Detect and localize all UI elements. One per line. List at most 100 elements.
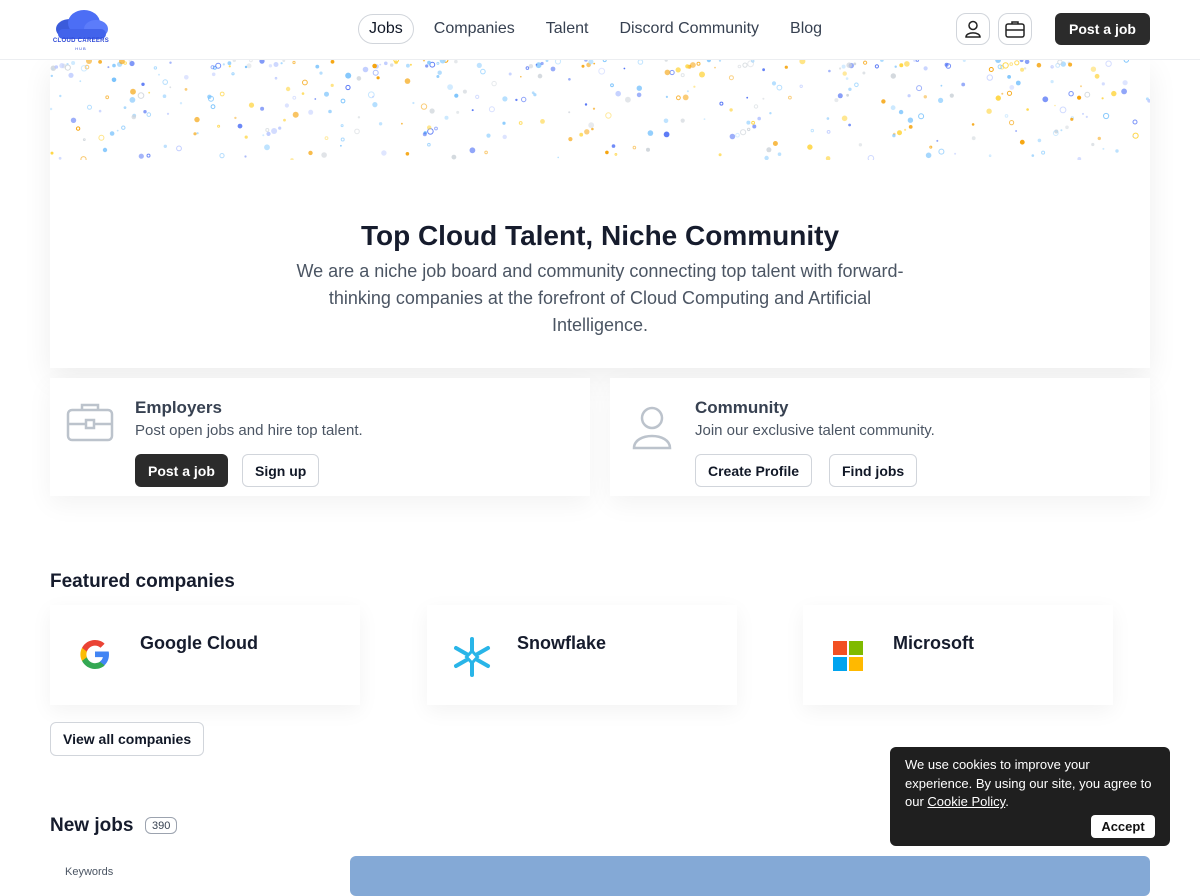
- company-name: Google Cloud: [140, 633, 258, 653]
- confetti-dot: [1102, 147, 1105, 150]
- confetti-dot: [280, 62, 283, 65]
- confetti-dot: [372, 69, 379, 76]
- confetti-dot: [520, 75, 522, 78]
- confetti-dot: [718, 153, 722, 157]
- confetti-dot: [215, 62, 222, 69]
- confetti-dot: [762, 97, 765, 100]
- confetti-dot: [378, 122, 383, 126]
- briefcase-icon: [66, 400, 114, 449]
- find-jobs-button[interactable]: Find jobs: [829, 454, 918, 487]
- confetti-dot: [899, 63, 904, 68]
- confetti-dot: [131, 114, 137, 120]
- cookie-policy-link[interactable]: Cookie Policy: [927, 794, 1005, 809]
- confetti-dot: [995, 95, 1001, 101]
- confetti-dot: [751, 120, 755, 125]
- confetti-dot: [222, 63, 225, 66]
- confetti-dot: [264, 144, 270, 151]
- confetti-dot: [1077, 157, 1082, 160]
- confetti-dot: [324, 136, 329, 140]
- confetti-dot: [1115, 149, 1119, 153]
- confetti-dot: [480, 68, 486, 75]
- post-job-button[interactable]: Post a job: [1055, 13, 1150, 45]
- company-card-snowflake[interactable]: Snowflake: [427, 605, 737, 705]
- hero-title: Top Cloud Talent, Niche Community: [360, 220, 840, 251]
- confetti-dot: [1001, 92, 1004, 95]
- nav-talent[interactable]: Talent: [535, 14, 600, 44]
- employers-post-job-button[interactable]: Post a job: [135, 454, 228, 487]
- confetti-dot: [70, 117, 77, 123]
- confetti-dot: [593, 62, 596, 65]
- confetti-dot: [938, 148, 945, 155]
- employers-sign-up-button[interactable]: Sign up: [242, 454, 320, 487]
- nav-jobs[interactable]: Jobs: [358, 14, 414, 44]
- snowflake-logo-icon: [454, 637, 490, 677]
- confetti-dot: [636, 92, 642, 98]
- confetti-dot: [59, 94, 62, 98]
- confetti-dot: [1068, 91, 1074, 97]
- confetti-dot: [908, 125, 913, 129]
- confetti-dot: [518, 121, 523, 125]
- confetti-dot: [1080, 85, 1082, 88]
- confetti-dot: [515, 98, 518, 102]
- cloud-careers-logo[interactable]: CLOUD CAREERS HUB: [52, 9, 112, 53]
- nav-companies[interactable]: Companies: [423, 14, 526, 44]
- company-card-microsoft[interactable]: Microsoft: [803, 605, 1113, 705]
- confetti-dot: [244, 135, 248, 139]
- confetti-dot: [1060, 129, 1063, 132]
- confetti-dot: [841, 64, 846, 69]
- confetti-dot: [719, 101, 724, 106]
- confetti-dot: [429, 108, 435, 114]
- profile-button[interactable]: [956, 13, 990, 45]
- confetti-dot: [105, 95, 110, 100]
- confetti-dot: [925, 152, 932, 159]
- confetti-dot: [1037, 138, 1042, 143]
- confetti-dot: [451, 154, 457, 160]
- nav-discord-community[interactable]: Discord Community: [608, 14, 770, 44]
- confetti-dot: [685, 64, 690, 69]
- my-jobs-button[interactable]: [998, 13, 1032, 45]
- confetti-dot: [693, 85, 696, 88]
- confetti-dot: [406, 63, 410, 68]
- confetti-dot: [447, 84, 453, 90]
- confetti-dot: [825, 156, 831, 160]
- confetti-dot: [237, 123, 243, 129]
- confetti-dot: [58, 156, 62, 160]
- company-card-google-cloud[interactable]: Google Cloud: [50, 605, 360, 705]
- confetti-dot: [718, 60, 722, 62]
- confetti-dot: [1019, 60, 1024, 63]
- confetti-dot: [219, 153, 225, 159]
- confetti-dot: [537, 73, 543, 79]
- confetti-dot: [728, 75, 734, 81]
- create-profile-button[interactable]: Create Profile: [695, 454, 813, 487]
- confetti-dot: [412, 101, 415, 105]
- confetti-dot: [528, 64, 534, 69]
- logo-text: CLOUD CAREERS: [52, 38, 110, 44]
- confetti-dot: [469, 147, 476, 154]
- confetti-dot: [184, 88, 188, 91]
- confetti-dot: [420, 103, 428, 110]
- confetti-dot: [1009, 62, 1014, 66]
- confetti-dot: [584, 103, 588, 106]
- confetti-dot: [301, 92, 305, 95]
- confetti-dot: [834, 98, 839, 103]
- confetti-dot: [169, 86, 172, 89]
- confetti-dot: [971, 136, 976, 141]
- confetti-dot: [810, 128, 814, 133]
- confetti-dot: [439, 60, 446, 64]
- confetti-dot: [1090, 66, 1097, 72]
- confetti-dot: [123, 106, 127, 109]
- view-all-companies-button[interactable]: View all companies: [50, 722, 205, 756]
- confetti-dot: [880, 60, 884, 62]
- confetti-dot: [401, 122, 403, 125]
- confetti-dot: [949, 93, 954, 98]
- confetti-dot: [111, 77, 117, 83]
- confetti-dot: [881, 99, 886, 104]
- confetti-dot: [1084, 91, 1091, 98]
- confetti-dot: [179, 102, 183, 105]
- confetti-dot: [614, 153, 618, 156]
- confetti-dot: [340, 124, 344, 128]
- confetti-dot: [729, 108, 733, 112]
- accept-cookies-button[interactable]: Accept: [1091, 815, 1155, 838]
- confetti-dot: [141, 82, 145, 86]
- nav-blog[interactable]: Blog: [779, 14, 833, 44]
